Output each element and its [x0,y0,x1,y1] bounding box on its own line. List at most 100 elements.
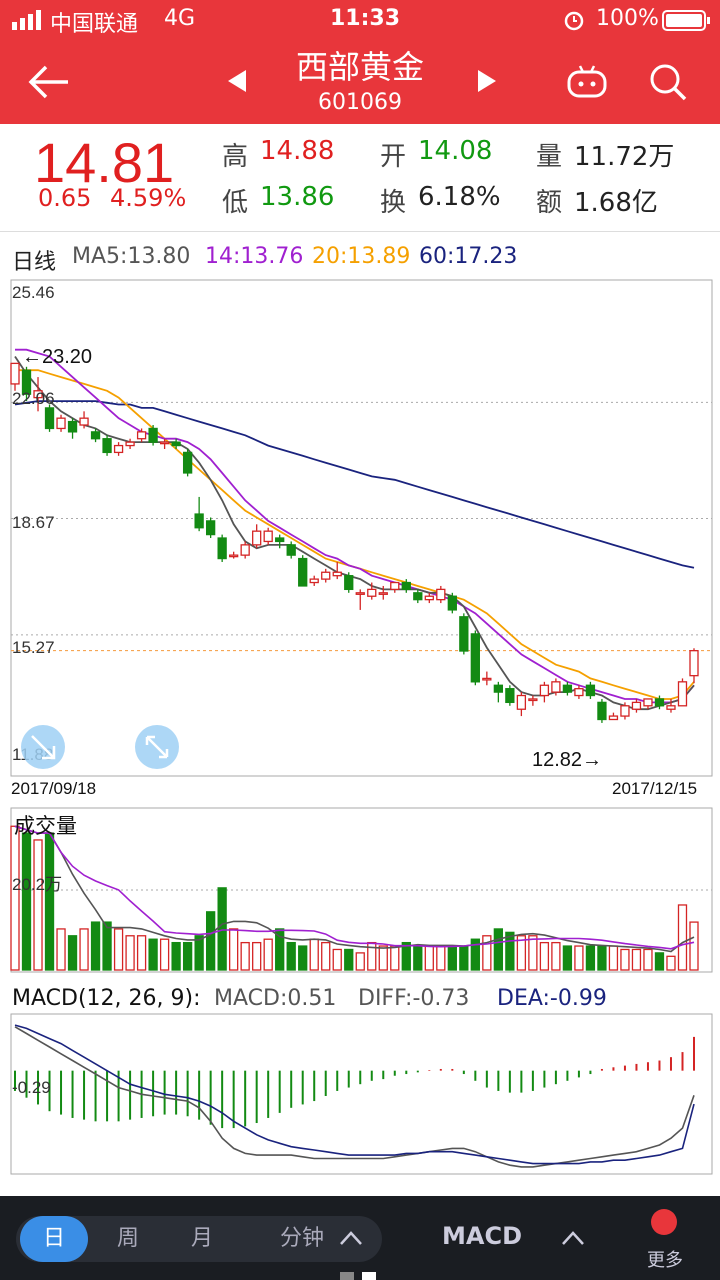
bottom-toolbar: 日 周 月 分钟 MACD 更多 [0,1196,720,1280]
more-button[interactable]: 更多 [636,1246,694,1272]
candle-body [286,544,296,556]
open-label: 开 [380,142,407,172]
quote-panel: 14.81 0.65 4.59% 高 14.88 低 13.86 开 14.08… [0,124,720,232]
stock-name: 西部黄金 [295,48,424,86]
candle-body [689,650,699,677]
candle-body [67,420,78,433]
nav-bar: 西部黄金 601069 [0,40,720,124]
expand-icon[interactable] [135,725,179,769]
candle-body [493,684,504,693]
tab-minute[interactable]: 分钟 [272,1216,332,1262]
macd-chart[interactable]: -0.29 [0,1012,720,1182]
tab-month[interactable]: 月 [170,1216,234,1262]
search-icon[interactable] [648,62,688,102]
page-indicator-left [340,1272,354,1280]
volume-bar [574,945,584,971]
robot-icon[interactable] [566,62,608,100]
volume-bar [390,945,400,971]
volume-bar [44,832,55,971]
volume-bar [459,945,469,971]
candle-body [378,592,388,595]
volume-bar [194,935,204,971]
alarm-icon [564,11,584,31]
low-label: 低 [222,188,249,218]
volume-bar [252,941,262,971]
candle-body [528,698,538,702]
candle-body [677,681,688,707]
y-label-3: 18.67 [12,513,55,532]
volume-bar [378,945,388,971]
candle-body [275,537,285,543]
carrier: 中国联通 [50,12,139,37]
volume-scale-label: 20.2万 [12,875,62,894]
minute-chevron-up-icon[interactable] [338,1228,364,1248]
candle-body [182,451,193,474]
volume-bar [528,935,538,971]
signal-icon [12,10,41,30]
candle-body [413,592,423,601]
network-type: 4G [164,6,196,31]
macd-legend: MACD(12, 26, 9): MACD:0.51 DIFF:-0.73 DE… [0,984,720,1014]
volume-bar [67,935,78,971]
candle-body [205,520,216,536]
candle-body [125,441,135,447]
volume-bar [539,941,550,971]
candle-body [355,592,365,595]
volume-bar [217,887,227,971]
next-stock-icon[interactable] [476,68,498,94]
candle-body [424,595,434,601]
indicator-selector[interactable]: MACD [430,1222,534,1250]
indicator-chevron-up-icon[interactable] [560,1228,586,1248]
volume-bar [551,941,561,971]
candle-body [574,688,584,697]
volume-bar [10,825,20,971]
amount-label: 额 [536,188,563,218]
candle-body [620,705,630,717]
kline-chart[interactable]: 25.46 22.06 18.67 15.27 11.88 ←23.20 12.… [0,276,720,800]
amount-value: 1.68亿 [574,188,658,218]
battery-percent: 100% [596,6,659,31]
volume-bar [355,952,365,971]
candle-body [643,698,653,707]
tab-week[interactable]: 周 [96,1216,160,1262]
tab-day[interactable]: 日 [20,1216,88,1262]
macd-title: MACD(12, 26, 9): [12,986,201,1011]
candle-body [447,595,457,611]
candle-body [136,431,147,440]
volume-bar [113,928,124,971]
volume-value: 11.72万 [574,142,675,172]
candle-body [608,715,619,721]
back-arrow-icon[interactable] [28,62,70,102]
candle-body [44,407,55,430]
candle-body [551,681,561,693]
volume-bar [56,928,66,971]
volume-bar [229,928,239,971]
volume-bar [298,945,308,971]
stock-code: 601069 [318,90,402,115]
candle-body [159,441,170,445]
candle-body [367,588,377,597]
volume-bar [125,935,135,971]
volume-label: 量 [536,142,563,172]
clock: 11:33 [330,6,401,31]
prev-stock-icon[interactable] [226,68,248,94]
collapse-icon[interactable] [21,725,65,769]
volume-bar [620,948,630,971]
macd-value: MACD:0.51 [214,986,337,1011]
candle-body [654,698,665,707]
volume-bar [136,935,147,971]
turnover-value: 6.18% [418,182,501,212]
more-dot-icon[interactable] [648,1206,680,1238]
candle-body [390,581,400,591]
battery-icon [662,10,710,31]
candle-body [10,362,20,385]
volume-chart[interactable]: 成交量 20.2万 [0,806,720,982]
candle-body [56,417,66,430]
candle-body [79,417,89,426]
candle-body [321,571,331,580]
volume-bar [482,935,492,971]
volume-bar [309,938,319,971]
turnover-label: 换 [380,188,407,218]
candle-body [240,544,250,556]
candle-body [298,557,308,587]
